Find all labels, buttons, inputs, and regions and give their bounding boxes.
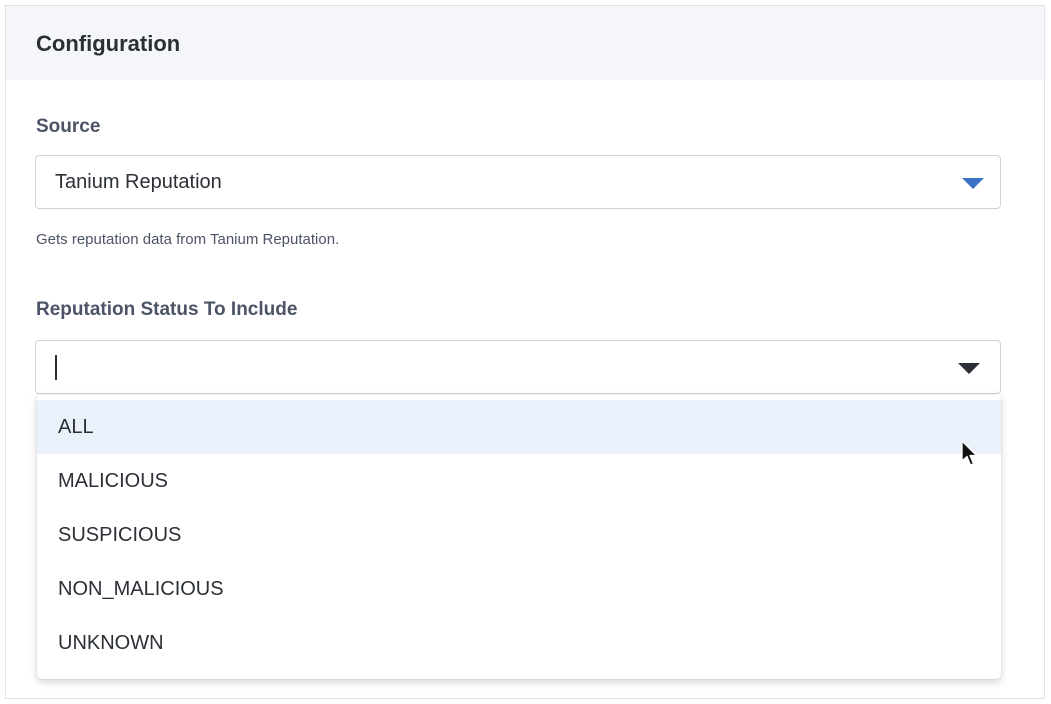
source-help-text: Gets reputation data from Tanium Reputat… — [36, 231, 340, 248]
option-unknown[interactable]: UNKNOWN — [37, 616, 1001, 670]
configuration-panel: Configuration Source Tanium Reputation G… — [5, 5, 1045, 699]
source-select[interactable]: Tanium Reputation — [35, 155, 1001, 209]
panel-title: Configuration — [36, 31, 181, 56]
text-cursor — [55, 355, 57, 380]
option-all[interactable]: ALL — [37, 400, 1001, 454]
chevron-down-icon[interactable] — [962, 178, 984, 189]
option-suspicious[interactable]: SUSPICIOUS — [37, 508, 1001, 562]
chevron-down-icon[interactable] — [958, 363, 980, 374]
source-selected-value: Tanium Reputation — [55, 171, 222, 193]
mouse-pointer-icon — [961, 440, 978, 466]
reputation-status-label: Reputation Status To Include — [36, 299, 298, 320]
reputation-status-input[interactable] — [35, 340, 1001, 394]
option-malicious[interactable]: MALICIOUS — [37, 454, 1001, 508]
reputation-status-dropdown: ALL MALICIOUS SUSPICIOUS NON_MALICIOUS U… — [37, 395, 1001, 679]
panel-header: Configuration — [6, 6, 1044, 80]
option-non-malicious[interactable]: NON_MALICIOUS — [37, 562, 1001, 616]
source-label: Source — [36, 116, 101, 137]
